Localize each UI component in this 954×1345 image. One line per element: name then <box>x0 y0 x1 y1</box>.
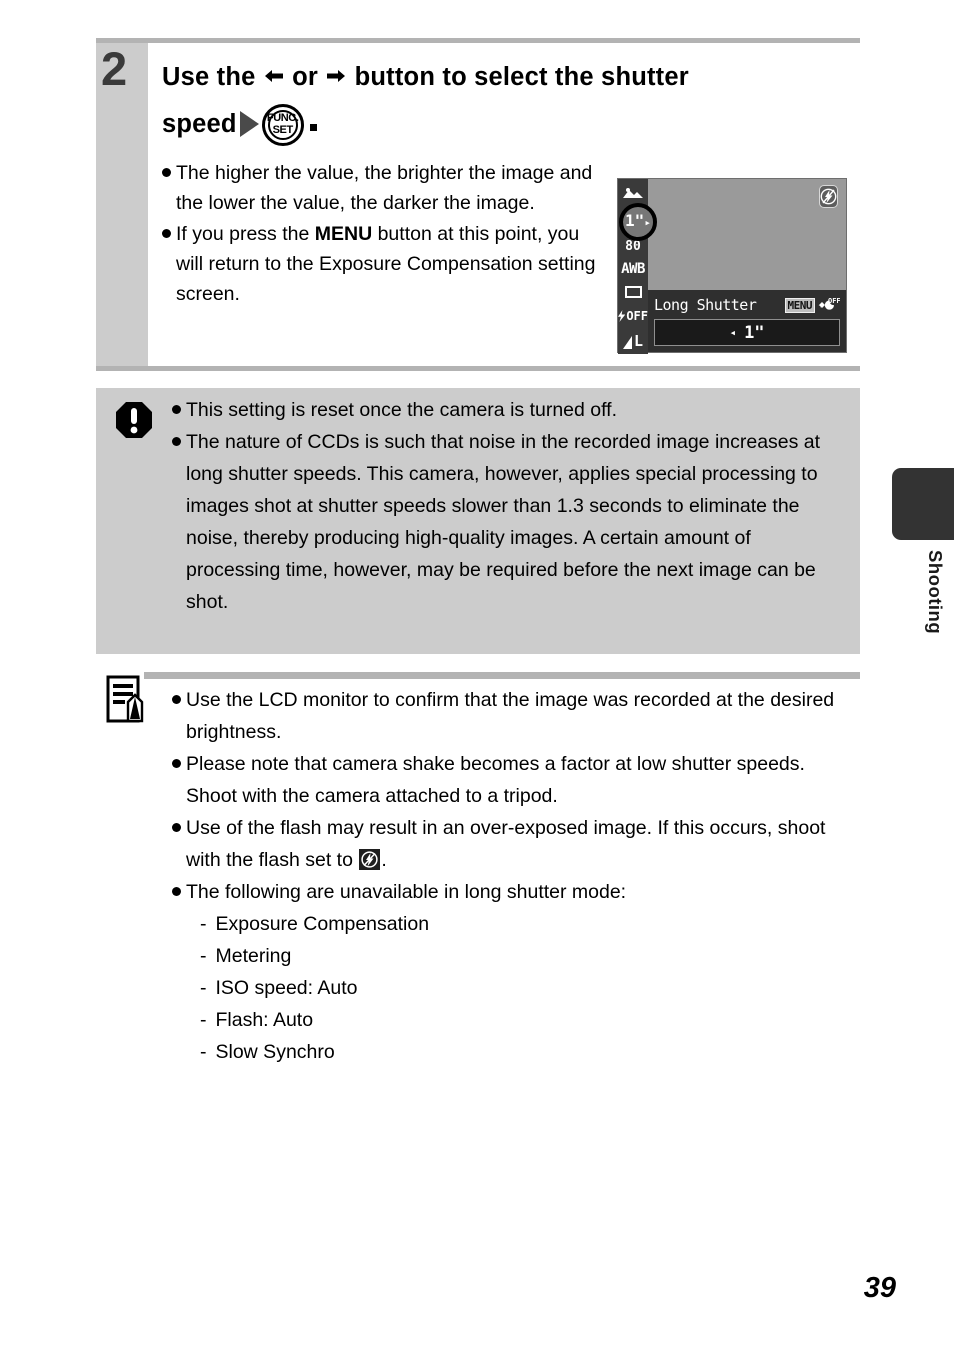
unavailable-item-3: ISO speed: Auto <box>215 977 358 999</box>
arrow-left-icon <box>263 65 285 87</box>
note-bullet-2: Please note that camera shake becomes a … <box>186 753 805 807</box>
caution-text: This setting is reset once the camera is… <box>172 394 842 618</box>
image-quality-value: L <box>633 331 644 350</box>
list-item: The nature of CCDs is such that noise in… <box>172 426 842 618</box>
list-item: - ISO speed: Auto <box>200 972 852 1004</box>
list-item: Use the LCD monitor to confirm that the … <box>172 684 852 748</box>
note-bullet-1: Use the LCD monitor to confirm that the … <box>186 689 835 743</box>
step-heading: Use the or button to select the shutter … <box>162 54 860 148</box>
period-square <box>309 124 317 131</box>
lcd-value-left-arrow: ◂ <box>729 326 737 339</box>
bullet-icon <box>172 405 181 414</box>
page-number: 39 <box>863 1272 896 1304</box>
section-tab-marker <box>892 468 954 540</box>
dash-marker: - <box>200 913 207 935</box>
caution-icon <box>114 400 154 440</box>
bullet-icon <box>172 437 181 446</box>
func-set-line1: FUNC. <box>266 112 299 124</box>
bullet-icon <box>162 229 171 238</box>
note-text: Use the LCD monitor to confirm that the … <box>172 684 852 1068</box>
list-item: - Flash: Auto <box>200 1004 852 1036</box>
arrow-right-icon <box>325 65 347 87</box>
list-item: The higher the value, the brighter the i… <box>162 158 606 218</box>
bullet-icon <box>172 759 181 768</box>
lcd-value-box: ◂ 1" <box>654 319 840 346</box>
list-item: The following are unavailable in long sh… <box>172 876 852 908</box>
image-quality-icon: L <box>618 328 648 354</box>
section-tab-label: Shooting <box>925 550 946 635</box>
lcd-menu-badge: MENU <box>784 297 815 313</box>
flash-off-status-icon <box>819 185 838 208</box>
note-bullet-3-text: Use of the flash may result in an over-e… <box>186 817 826 871</box>
lcd-value: 1" <box>744 322 765 343</box>
lcd-bottom-panel: Long Shutter MENU OFF ◂ 1" <box>648 290 846 352</box>
unavailable-features-list: - Exposure Compensation - Metering - ISO sp… <box>172 908 852 1068</box>
step-bullet-2: If you press the MENU button at this poi… <box>176 219 606 309</box>
step-heading-part3: speed <box>162 110 237 138</box>
bullet-icon <box>172 695 181 704</box>
step-number: 2 <box>101 42 127 95</box>
lcd-setting-title: Long Shutter <box>654 296 757 314</box>
list-item: Please note that camera shake becomes a … <box>172 748 852 812</box>
drive-mode-icon <box>618 179 648 206</box>
func-set-line2: SET <box>272 123 294 136</box>
caution-block: This setting is reset once the camera is… <box>96 388 860 654</box>
step-bottom-rule <box>96 366 860 371</box>
note-bullet-3: Use of the flash may result in an over-e… <box>186 812 852 876</box>
list-item: If you press the MENU button at this poi… <box>162 219 606 309</box>
note-block: Use the LCD monitor to confirm that the … <box>96 672 860 1072</box>
list-item: - Metering <box>200 940 852 972</box>
dash-marker: - <box>200 1009 207 1031</box>
menu-button-name: MENU <box>314 223 373 245</box>
flash-off-inline-icon <box>359 849 381 870</box>
lcd-shutter-speed-value: 1"▸ <box>625 211 651 230</box>
off-moon-icon: OFF <box>818 296 841 314</box>
dash-marker: - <box>200 1041 207 1063</box>
dash-marker: - <box>200 945 207 967</box>
bullet-icon <box>172 823 181 832</box>
metering-mode-icon <box>618 280 648 303</box>
step-heading-or: or <box>292 63 319 91</box>
lcd-screen: 80 AWB OFF L 1"▸ Long Shutter MENU OFF ◂… <box>617 178 847 354</box>
func-set-button-icon: FUNC. SET <box>261 104 304 146</box>
lcd-speed-arrow: ▸ <box>644 216 651 229</box>
white-balance-value: AWB <box>621 260 645 277</box>
step-number-column: 2 <box>96 43 148 366</box>
unavailable-item-1: Exposure Compensation <box>215 913 430 935</box>
bullet-icon <box>162 168 171 177</box>
step-heading-part1: Use the <box>162 63 256 91</box>
step-heading-part2: button to select the shutter <box>354 63 689 91</box>
bullet-icon <box>172 887 181 896</box>
note-icon <box>106 675 144 727</box>
step-bullets: The higher the value, the brighter the i… <box>162 158 606 310</box>
list-item: Use of the flash may result in an over-e… <box>172 812 852 876</box>
dash-marker: - <box>200 977 207 999</box>
flash-off-sidebar-icon: OFF <box>618 303 648 328</box>
unavailable-item-2: Metering <box>215 945 292 967</box>
caution-bullet-1: This setting is reset once the camera is… <box>186 399 618 421</box>
step-bullet-2-prefix: If you press the <box>176 223 315 245</box>
step-bullet-1: The higher the value, the brighter the i… <box>176 162 593 214</box>
list-item: - Slow Synchro <box>200 1036 852 1068</box>
manual-page: 2 Use the or button to select the shutte… <box>0 0 954 1345</box>
list-item: This setting is reset once the camera is… <box>172 394 842 426</box>
lcd-screen-illustration: 80 AWB OFF L 1"▸ Long Shutter MENU OFF ◂… <box>617 178 847 354</box>
note-bullet-4: The following are unavailable in long sh… <box>186 881 627 903</box>
note-bullet-3-suffix: . <box>381 849 387 871</box>
step-top-rule <box>96 38 860 43</box>
caution-bullet-2: The nature of CCDs is such that noise in… <box>186 431 821 613</box>
list-item: - Exposure Compensation <box>200 908 852 940</box>
note-top-rule <box>144 672 860 679</box>
flash-off-label: OFF <box>626 308 648 323</box>
unavailable-item-4: Flash: Auto <box>215 1009 314 1031</box>
play-triangle-icon <box>239 111 259 137</box>
unavailable-item-5: Slow Synchro <box>215 1041 335 1063</box>
